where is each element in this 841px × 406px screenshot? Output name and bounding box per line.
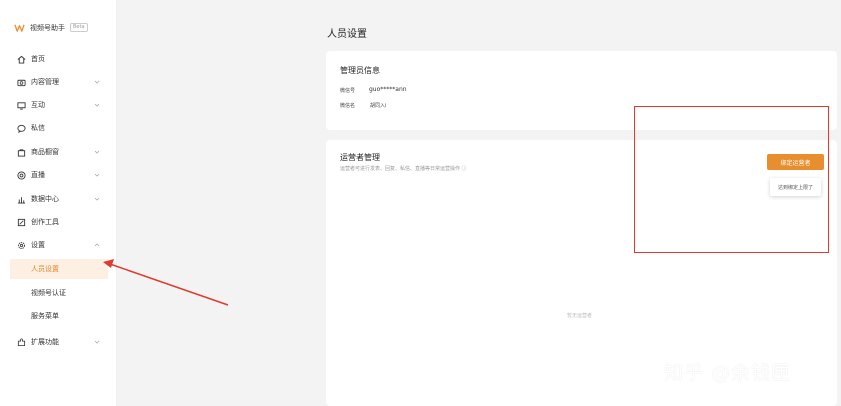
- watermark: 知乎 @余钱匣: [664, 362, 792, 384]
- sidebar-subitem-service-menu[interactable]: 服务菜单: [10, 306, 108, 326]
- sidebar-item-live[interactable]: 直播: [0, 164, 116, 186]
- sidebar-item-label: 首页: [31, 55, 45, 63]
- sidebar-item-messages[interactable]: 私信: [0, 117, 116, 139]
- sidebar-item-label: 互动: [31, 101, 45, 109]
- empty-state-text: 暂无运营者: [567, 313, 593, 319]
- home-icon: [17, 55, 26, 64]
- sidebar-item-label: 创作工具: [31, 218, 59, 226]
- sidebar-item-label: 私信: [31, 124, 45, 132]
- chart-icon: [17, 196, 26, 204]
- sidebar-item-label: 直播: [31, 171, 45, 179]
- brand[interactable]: 视频号助手 Beta: [14, 22, 88, 33]
- bag-icon: [17, 148, 26, 157]
- annotation-highlight-box: [634, 106, 829, 253]
- sidebar-item-extensions[interactable]: 扩展功能: [0, 331, 116, 353]
- sidebar-item-settings[interactable]: 设置: [0, 234, 116, 256]
- sidebar: 视频号助手 Beta 首页 内容管理 互动 私信 商品橱窗 直播 数据中心 创作…: [0, 0, 117, 406]
- page-title: 人员设置: [327, 29, 367, 40]
- admin-card-title: 管理员信息: [340, 66, 380, 75]
- wechat-id-label: 微信号: [340, 88, 356, 94]
- extension-icon: [17, 337, 26, 346]
- sidebar-item-content[interactable]: 内容管理: [0, 71, 116, 93]
- sidebar-item-tools[interactable]: 创作工具: [0, 211, 116, 233]
- sidebar-subitem-verification[interactable]: 视频号认证: [10, 283, 108, 303]
- operator-card-title: 运营者管理: [340, 153, 380, 162]
- chevron-down-icon: [94, 150, 100, 154]
- camera-icon: [17, 79, 26, 86]
- sidebar-item-label: 商品橱窗: [31, 148, 59, 156]
- wechat-id-value: guo*****ann: [369, 86, 407, 93]
- chat-icon: [17, 124, 26, 133]
- sidebar-item-label: 扩展功能: [31, 338, 59, 346]
- sidebar-item-label: 设置: [31, 241, 45, 249]
- chevron-down-icon: [94, 80, 100, 84]
- tool-icon: [17, 218, 26, 226]
- wechat-name-label: 微信名: [340, 103, 356, 109]
- chevron-down-icon: [94, 340, 100, 344]
- sidebar-item-shop[interactable]: 商品橱窗: [0, 141, 116, 163]
- logo-icon: [14, 24, 25, 32]
- operator-hint: 运营者可进行发表、回复、私信、直播等日常运营操作 ⓘ: [340, 166, 467, 172]
- beta-badge: Beta: [70, 23, 88, 32]
- live-icon: [17, 170, 26, 180]
- sidebar-subitem-label: 视频号认证: [31, 289, 66, 297]
- brand-name: 视频号助手: [30, 23, 65, 32]
- sidebar-subitem-label: 人员设置: [31, 265, 59, 273]
- chevron-down-icon: [94, 197, 100, 201]
- sidebar-item-interaction[interactable]: 互动: [0, 94, 116, 116]
- sidebar-item-label: 内容管理: [31, 78, 59, 86]
- sidebar-subitem-label: 服务菜单: [31, 312, 59, 320]
- chevron-up-icon: [94, 243, 100, 247]
- sidebar-subitem-personnel[interactable]: 人员设置: [10, 259, 108, 279]
- chevron-down-icon: [94, 103, 100, 107]
- wechat-name-value: 胡同入i: [370, 103, 387, 109]
- sidebar-item-label: 数据中心: [31, 195, 59, 203]
- sidebar-item-data-center[interactable]: 数据中心: [0, 188, 116, 210]
- chevron-down-icon: [94, 173, 100, 177]
- monitor-icon: [17, 101, 26, 110]
- gear-icon: [18, 241, 25, 249]
- sidebar-item-home[interactable]: 首页: [0, 48, 116, 70]
